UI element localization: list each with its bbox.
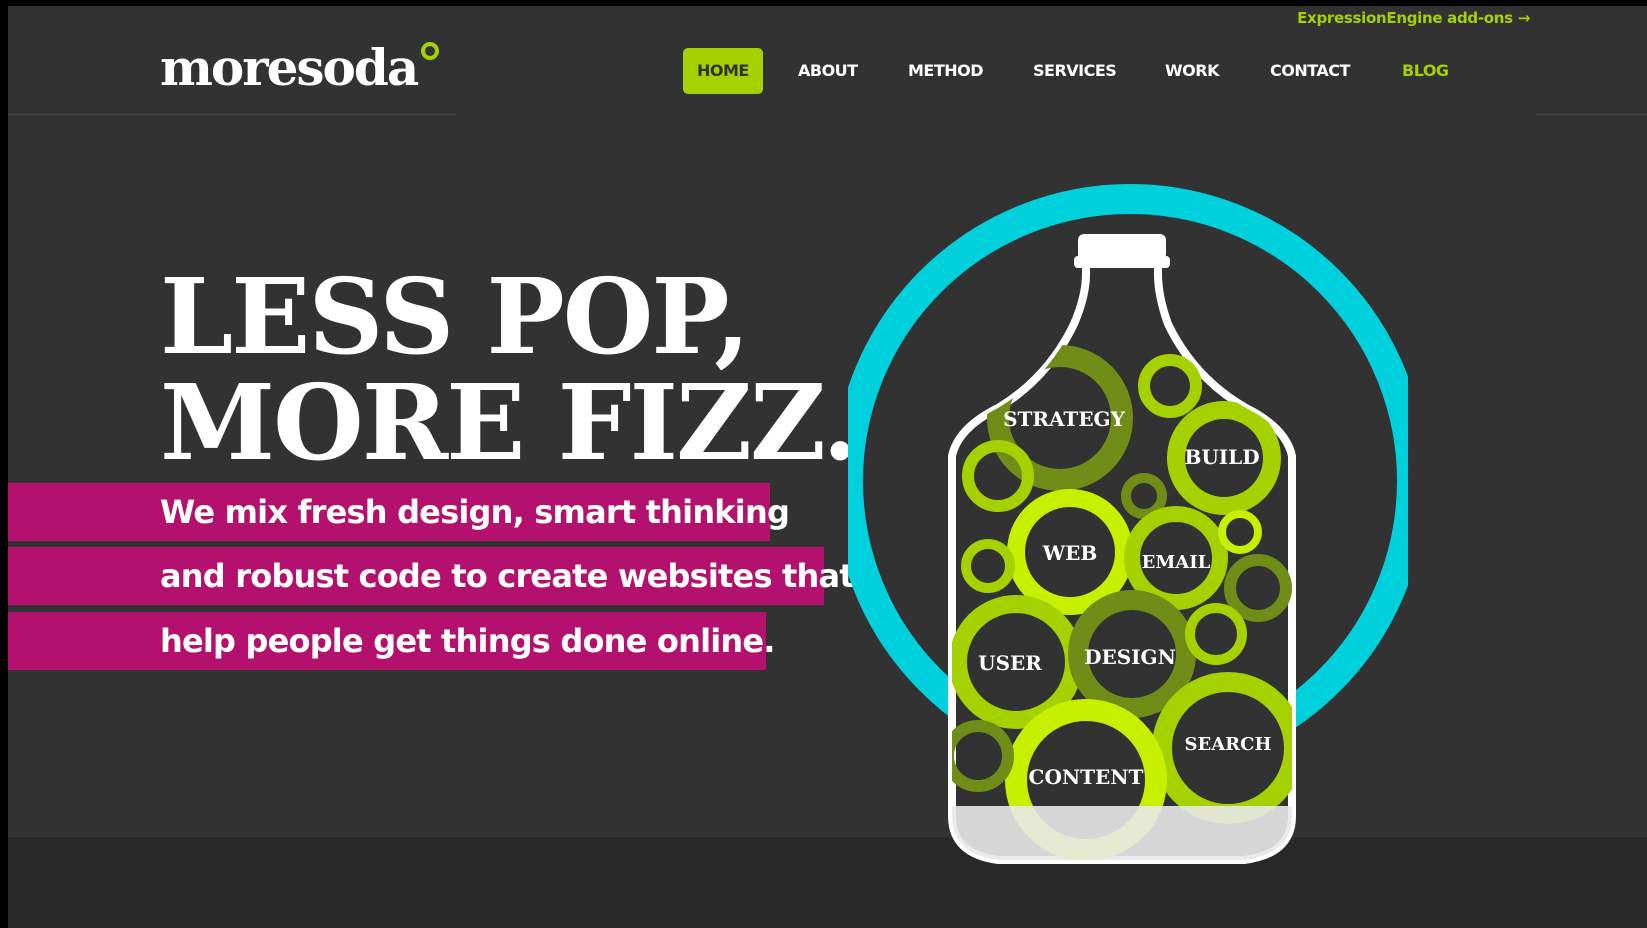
main-nav: HOME ABOUT METHOD SERVICES WORK CONTACT … <box>8 48 1647 94</box>
headline-line-1: LESS POP, <box>160 255 750 378</box>
label-user: USER <box>978 651 1042 675</box>
label-build: BUILD <box>1184 445 1259 469</box>
hero-headline: LESS POP, MORE FIZZ. <box>160 255 858 484</box>
tagline-line-3: help people get things done online. <box>8 612 775 670</box>
nav-contact[interactable]: CONTACT <box>1270 48 1350 94</box>
bottle-base <box>952 806 1292 860</box>
tagline-line-1: We mix fresh design, smart thinking <box>8 483 790 541</box>
soda-bottle-illustration: STRATEGY BUILD WEB EMAIL USER DESIGN SEA… <box>848 184 1408 864</box>
label-web: WEB <box>1042 541 1098 565</box>
tagline-line-2: and robust code to create websites that <box>8 547 855 605</box>
nav-home[interactable]: HOME <box>683 48 763 94</box>
header-divider-right <box>1536 114 1647 115</box>
page: ExpressionEngine add-ons → moresoda HOME… <box>8 6 1647 928</box>
nav-about[interactable]: ABOUT <box>798 48 858 94</box>
headline-line-2: MORE FIZZ. <box>160 361 858 484</box>
nav-method[interactable]: METHOD <box>908 48 984 94</box>
nav-services[interactable]: SERVICES <box>1033 48 1117 94</box>
label-email: EMAIL <box>1142 552 1211 573</box>
expressionengine-addons-link[interactable]: ExpressionEngine add-ons → <box>1297 9 1530 27</box>
label-content: CONTENT <box>1029 765 1144 789</box>
label-search: SEARCH <box>1185 734 1272 755</box>
header-divider-left <box>8 114 456 115</box>
label-design: DESIGN <box>1084 645 1176 669</box>
nav-blog[interactable]: BLOG <box>1402 48 1449 94</box>
label-strategy: STRATEGY <box>1003 407 1126 431</box>
nav-work[interactable]: WORK <box>1165 48 1219 94</box>
